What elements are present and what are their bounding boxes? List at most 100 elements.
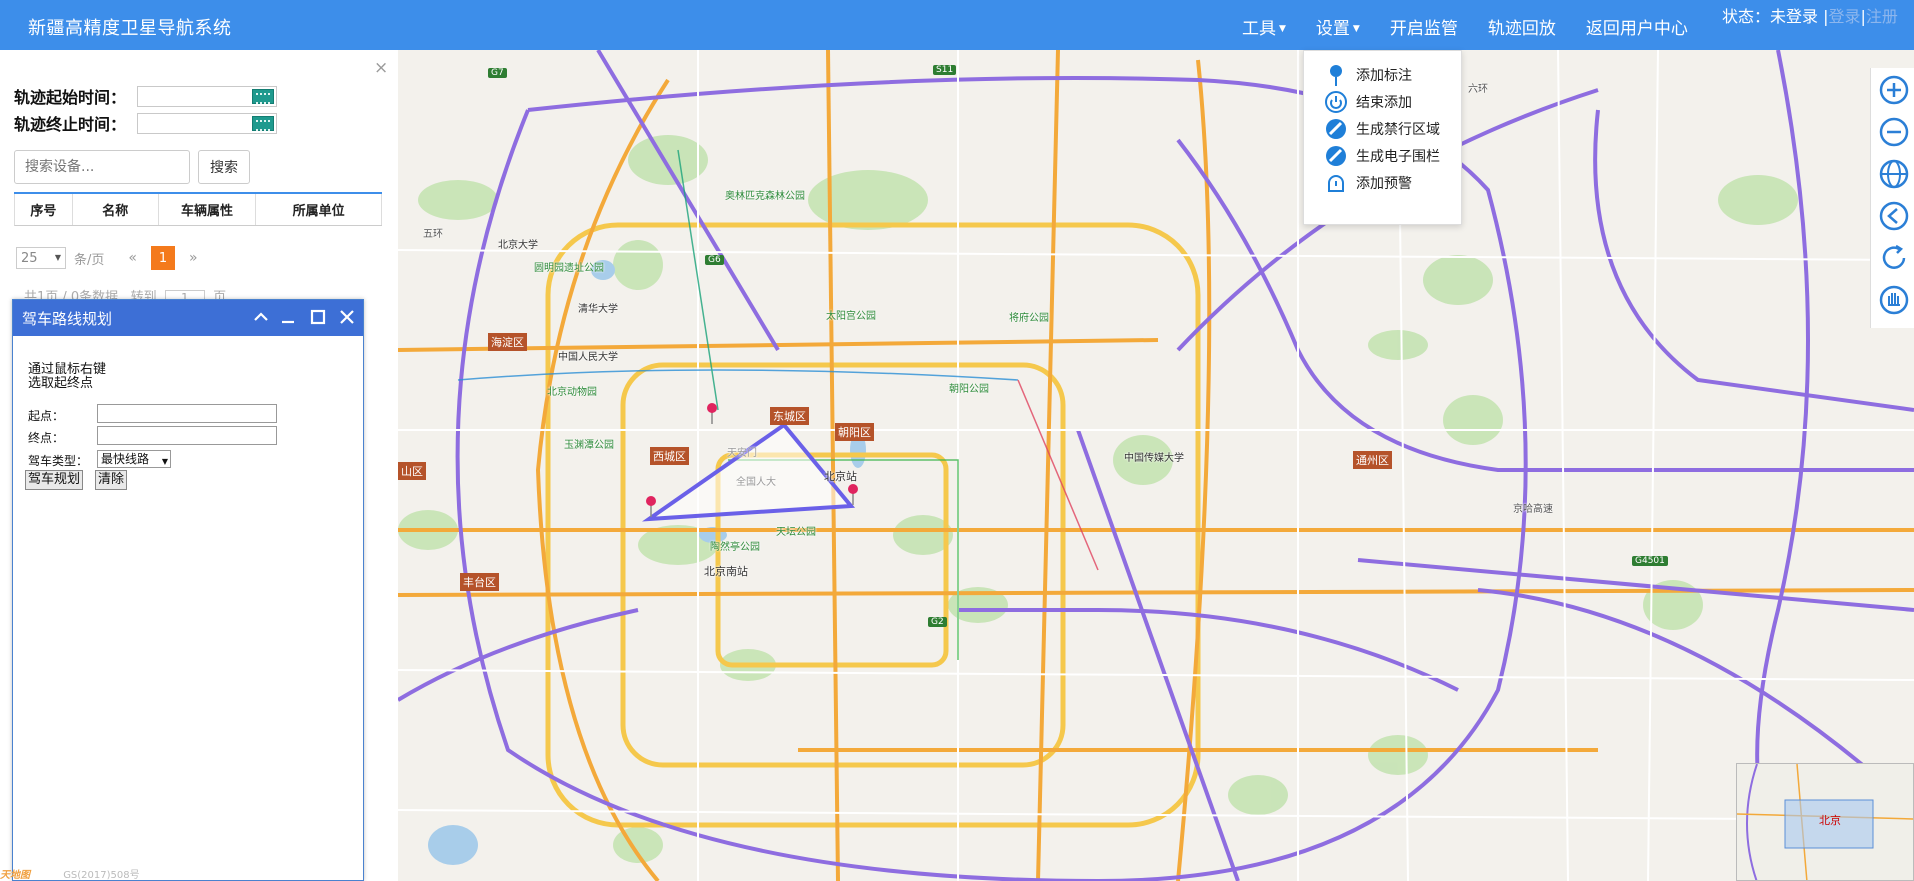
minimap-graphic: 北京 — [1737, 764, 1913, 880]
map-label-taoranting: 陶然亭公园 — [710, 542, 760, 553]
minimap-city-label: 北京 — [1819, 813, 1841, 827]
map-label-tongzhou: 通州区 — [1353, 451, 1392, 469]
nav-tools-label: 工具 — [1242, 19, 1276, 39]
drive-type-select[interactable]: 最快线路 — [97, 450, 171, 470]
zoom-in-icon[interactable] — [1878, 74, 1910, 106]
app-title: 新疆高精度卫星导航系统 — [28, 18, 232, 39]
menu-item-add-marker[interactable]: 添加标注 — [1324, 63, 1412, 87]
route-planning-dialog: 驾车路线规划 通过鼠标右键 选取起终点 起点： 终点： 驾车类型： 最快线路 驾… — [12, 299, 364, 881]
end-point-label: 终点： — [28, 431, 65, 445]
column-header-index[interactable]: 序号 — [15, 194, 73, 225]
menu-item-label: 添加标注 — [1356, 68, 1412, 84]
column-header-vehicle-attr[interactable]: 车辆属性 — [159, 194, 257, 225]
map-label-yuyuantan: 玉渊潭公园 — [564, 440, 614, 451]
prev-page-button[interactable]: « — [128, 250, 137, 266]
map-canvas[interactable]: 海淀区 东城区 西城区 朝阳区 丰台区 通州区 山区 北京站 北京南站 天安门 … — [398, 50, 1914, 881]
end-time-input[interactable] — [137, 113, 277, 134]
map-license-code: GS(2017)508号 — [63, 870, 140, 881]
highway-shield-s11: S11 — [933, 65, 957, 75]
forbidden-icon — [1326, 119, 1346, 139]
menu-item-no-entry-zone[interactable]: 生成禁行区域 — [1324, 117, 1440, 141]
pan-hand-icon[interactable] — [1878, 284, 1910, 316]
register-link[interactable]: 注册 — [1866, 7, 1898, 26]
next-page-button[interactable]: » — [189, 250, 198, 266]
calendar-icon[interactable] — [252, 116, 274, 131]
map-label-jingha: 京哈高速 — [1513, 504, 1553, 515]
map-label-taiyanggong: 太阳宫公园 — [826, 311, 876, 322]
nav-start-monitor[interactable]: 开启监管 — [1390, 14, 1458, 39]
login-link[interactable]: 登录 — [1829, 7, 1861, 26]
search-button[interactable]: 搜索 — [198, 150, 250, 184]
map-label-dongcheng: 东城区 — [770, 407, 809, 425]
overview-minimap[interactable]: 北京 — [1736, 763, 1914, 881]
fence-icon — [1326, 146, 1346, 166]
map-label-olympic: 奥林匹克森林公园 — [725, 191, 805, 202]
map-label-zoo: 北京动物园 — [547, 387, 597, 398]
menu-item-label: 生成禁行区域 — [1356, 122, 1440, 138]
nav-tools[interactable]: 工具 ▼ — [1242, 14, 1286, 39]
calendar-icon[interactable] — [252, 89, 274, 104]
column-header-unit[interactable]: 所属单位 — [256, 194, 382, 225]
map-label-haidian: 海淀区 — [488, 333, 527, 351]
close-icon[interactable] — [335, 305, 359, 329]
menu-item-label: 添加预警 — [1356, 176, 1412, 192]
back-icon[interactable] — [1878, 200, 1910, 232]
start-point-input[interactable] — [97, 404, 277, 423]
menu-item-label: 结束添加 — [1356, 95, 1412, 111]
close-icon[interactable]: × — [374, 58, 388, 78]
hint-line-1: 通过鼠标右键 — [28, 362, 107, 377]
highway-shield-g4501: G4501 — [1632, 556, 1668, 566]
clear-route-button[interactable]: 清除 — [95, 470, 128, 490]
pin-icon — [1330, 65, 1342, 86]
map-copyright: 天地图 GS(2017)508号 — [0, 866, 140, 881]
caret-down-icon: ▼ — [1279, 24, 1286, 34]
map-label-cuc: 中国传媒大学 — [1124, 453, 1184, 464]
device-table: 序号 名称 车辆属性 所属单位 — [14, 192, 382, 226]
status-value: 未登录 — [1770, 7, 1819, 26]
highway-shield-g6: G6 — [705, 255, 724, 265]
collapse-icon[interactable] — [249, 305, 273, 329]
dialog-hint: 通过鼠标右键 选取起终点 — [28, 363, 106, 391]
pagination: 25 条/页 « 1 » — [16, 246, 198, 270]
caret-down-icon: ▼ — [1352, 24, 1360, 34]
map-label-pku: 北京大学 — [498, 240, 538, 251]
table-header: 序号 名称 车辆属性 所属单位 — [14, 194, 382, 226]
per-page-label: 条/页 — [74, 252, 105, 268]
minimize-icon[interactable] — [276, 305, 300, 329]
map-label-beijing-station: 北京站 — [824, 470, 857, 483]
tools-dropdown-menu: 添加标注 结束添加 生成禁行区域 生成电子围栏 添加预警 — [1303, 50, 1462, 225]
dialog-titlebar[interactable]: 驾车路线规划 — [13, 300, 363, 336]
map-label-chaoyang: 朝阳区 — [835, 423, 874, 441]
page-size-select[interactable]: 25 — [16, 247, 66, 269]
map-label-beijing-south: 北京南站 — [704, 565, 748, 578]
start-time-input[interactable] — [137, 86, 277, 107]
menu-item-end-add[interactable]: 结束添加 — [1324, 90, 1412, 114]
maximize-icon[interactable] — [306, 305, 330, 329]
map-label-yuanmingyuan: 圆明园遗址公园 — [534, 263, 604, 274]
map-label-tiananmen: 天安门 — [727, 448, 757, 459]
power-icon — [1325, 91, 1347, 113]
column-header-name[interactable]: 名称 — [73, 194, 159, 225]
end-point-input[interactable] — [97, 426, 277, 445]
alarm-icon — [1328, 175, 1344, 192]
map-roads — [398, 50, 1914, 881]
map-label-tsinghua: 清华大学 — [578, 304, 618, 315]
refresh-icon[interactable] — [1878, 242, 1910, 274]
menu-item-add-alert[interactable]: 添加预警 — [1324, 171, 1412, 195]
nav-track-playback[interactable]: 轨迹回放 — [1488, 14, 1556, 39]
electronic-fence-polygon[interactable] — [641, 422, 856, 522]
globe-icon[interactable] — [1878, 158, 1910, 190]
device-search-input[interactable] — [14, 150, 190, 184]
tianditu-logo: 天地图 — [0, 870, 30, 881]
nav-settings[interactable]: 设置 ▼ — [1316, 14, 1360, 39]
zoom-out-icon[interactable] — [1878, 116, 1910, 148]
map-label-tiantan: 天坛公园 — [776, 527, 816, 538]
menu-item-geofence[interactable]: 生成电子围栏 — [1324, 144, 1440, 168]
map-label-renmin: 中国人民大学 — [558, 352, 618, 363]
hint-line-2: 选取起终点 — [28, 376, 94, 391]
map-label-shijingshan: 山区 — [398, 462, 426, 480]
current-page-button[interactable]: 1 — [150, 246, 175, 270]
plan-route-button[interactable]: 驾车规划 — [25, 470, 84, 490]
page-size-value: 25 — [21, 250, 38, 266]
nav-back-user-center[interactable]: 返回用户中心 — [1586, 14, 1688, 39]
